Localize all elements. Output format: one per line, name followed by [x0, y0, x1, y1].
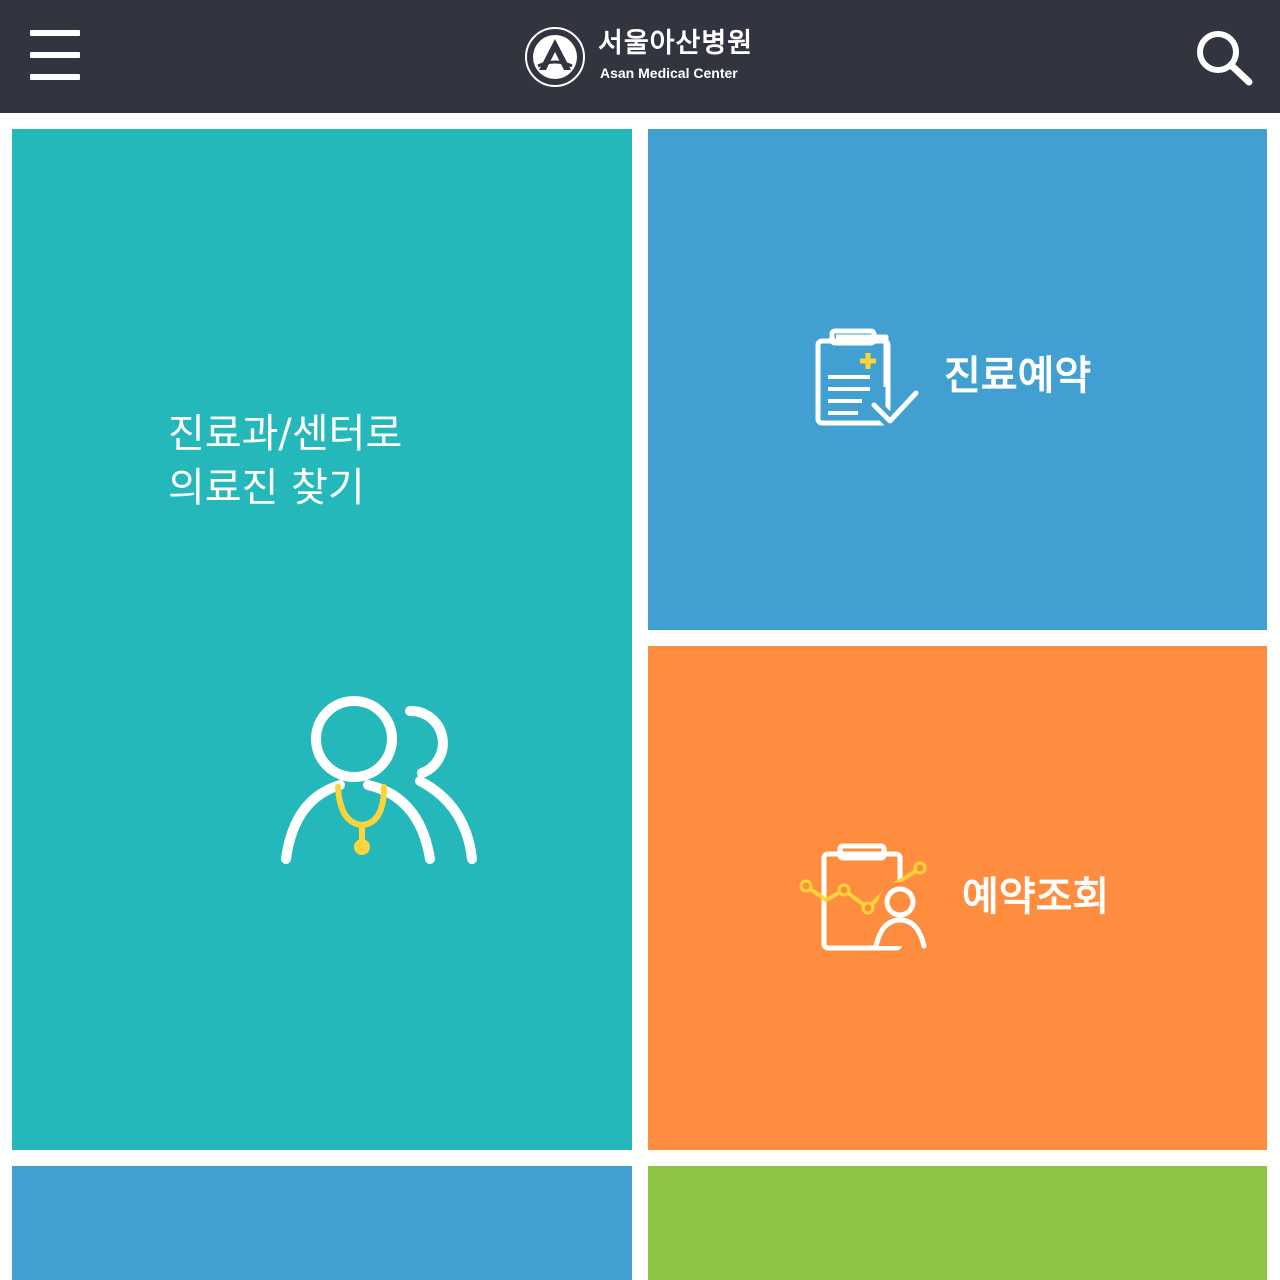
find-doctor-label: 진료과/센터로 의료진 찾기 — [168, 407, 402, 515]
search-button[interactable] — [1194, 28, 1254, 88]
bottom-left-tile[interactable] — [12, 1166, 632, 1280]
hamburger-line — [30, 52, 80, 58]
reservation-tile[interactable]: 진료예약 — [648, 129, 1267, 630]
clipboard-check-icon — [815, 328, 923, 428]
find-doctor-label-line1: 진료과/센터로 — [168, 411, 403, 457]
reservation-label: 진료예약 — [944, 353, 1092, 399]
hamburger-menu-icon — [30, 30, 80, 36]
asan-emblem-icon — [525, 27, 585, 87]
reservation-check-label: 예약조회 — [962, 874, 1110, 920]
clipboard-chart-person-icon — [799, 843, 927, 951]
doctors-icon — [281, 696, 477, 864]
hamburger-line — [30, 74, 80, 80]
logo-korean-text: 서울아산병원 — [598, 28, 754, 59]
find-doctor-label-line2: 의료진 찾기 — [168, 465, 365, 511]
menu-button[interactable] — [30, 30, 80, 82]
reservation-check-tile[interactable]: 예약조회 — [648, 646, 1267, 1150]
top-header: 서울아산병원 Asan Medical Center — [0, 0, 1280, 113]
logo-english-text: Asan Medical Center — [600, 65, 738, 81]
search-icon — [1197, 31, 1253, 86]
bottom-right-tile[interactable] — [648, 1166, 1267, 1280]
hospital-logo[interactable]: 서울아산병원 Asan Medical Center — [524, 24, 764, 90]
find-doctor-tile[interactable]: 진료과/센터로 의료진 찾기 — [12, 129, 632, 1150]
